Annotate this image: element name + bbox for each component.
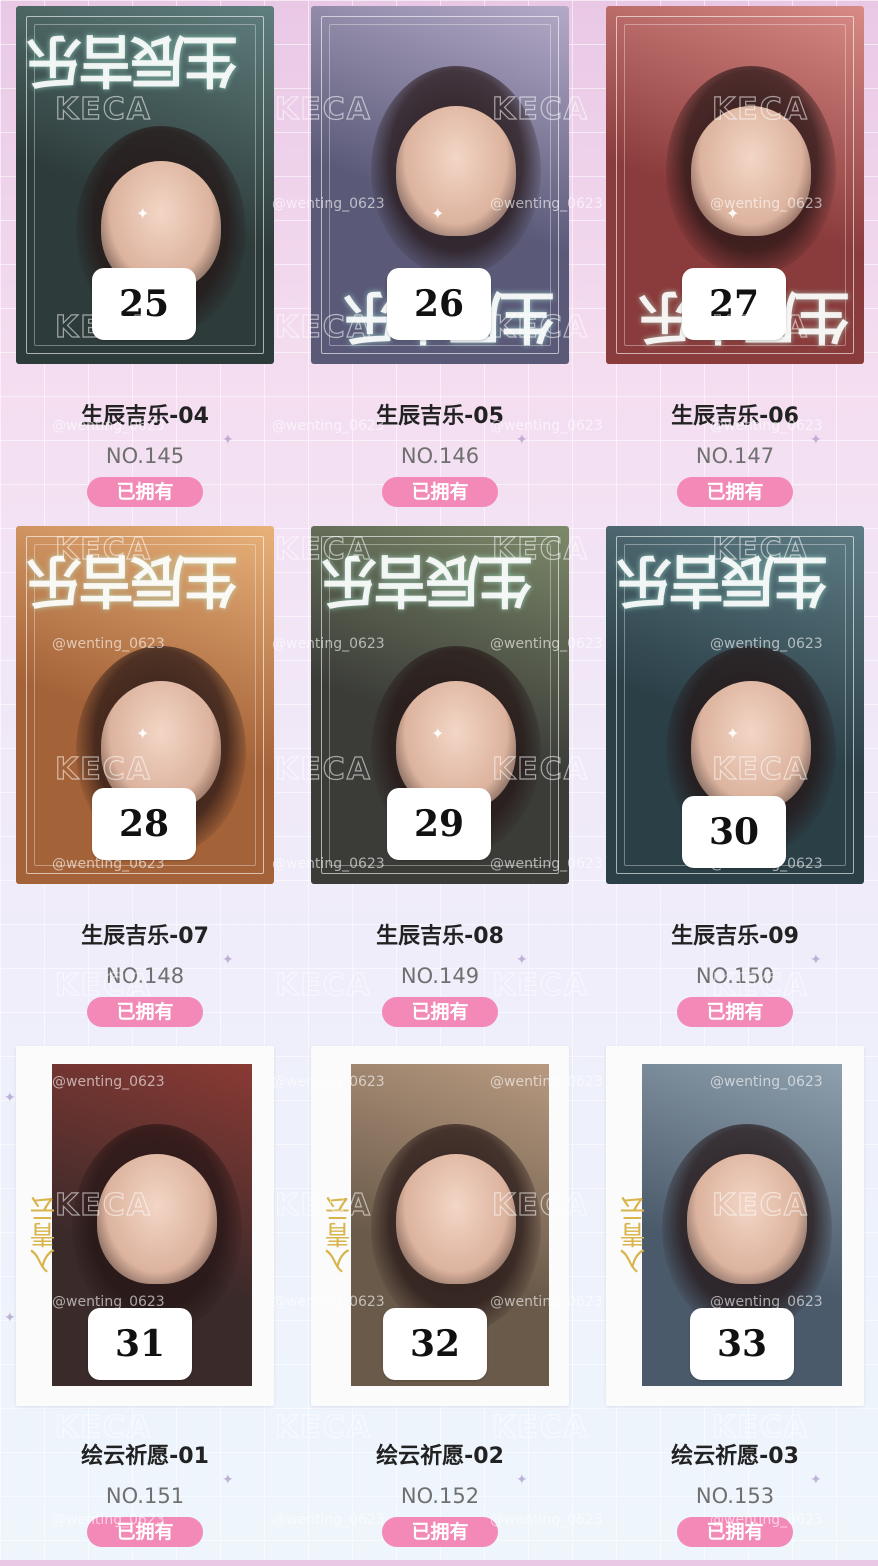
card-serial: NO.146 — [400, 444, 480, 468]
card-serial: NO.151 — [105, 1484, 185, 1508]
photo-card[interactable]: 入青云 32 绘云祈愿-02 NO.152 已拥有 — [311, 1046, 569, 1566]
photo-card[interactable]: 生辰吉乐✦26生辰吉乐-05NO.146已拥有 — [311, 6, 569, 526]
owned-badge[interactable]: 已拥有 — [87, 997, 203, 1027]
card-name: 生辰吉乐-04 — [81, 404, 209, 429]
sparkle-icon: ✦ — [516, 952, 528, 968]
card-number: 32 — [383, 1308, 487, 1380]
owned-badge[interactable]: 已拥有 — [382, 997, 498, 1027]
title-calligraphy: 生辰吉乐 — [30, 27, 238, 93]
card-serial: NO.150 — [695, 964, 775, 988]
owned-badge[interactable]: 已拥有 — [382, 477, 498, 507]
photo-card[interactable]: 生辰吉乐 ✦ 29 生辰吉乐-08 NO.149 已拥有 — [311, 526, 569, 1046]
card-serial: NO.145 — [105, 444, 185, 468]
card-photo[interactable]: 生辰吉乐✦26 — [311, 6, 569, 364]
figure-face — [97, 1154, 217, 1284]
figure-face — [687, 1154, 807, 1284]
figure-face — [691, 106, 811, 236]
card-number: 26 — [387, 268, 491, 340]
sparkle-icon: ✦ — [726, 204, 740, 223]
figure-face — [396, 1154, 516, 1284]
sparkle-icon: ✦ — [516, 1472, 528, 1488]
photo-card[interactable]: 入青云 31 绘云祈愿-01 NO.151 已拥有 — [16, 1046, 274, 1566]
card-name: 绘云祈愿-02 — [376, 1444, 504, 1469]
card-photo[interactable]: 生辰吉乐✦27 — [606, 6, 864, 364]
title-calligraphy: 生辰吉乐 — [620, 547, 828, 613]
sparkle-icon: ✦ — [136, 724, 150, 743]
card-number: 33 — [690, 1308, 794, 1380]
title-calligraphy: 入青云 — [30, 1196, 60, 1274]
figure-face — [396, 106, 516, 236]
sparkle-icon: ✦ — [222, 1472, 234, 1488]
card-serial: NO.152 — [400, 1484, 480, 1508]
photo-card[interactable]: 生辰吉乐 ✦ 28 生辰吉乐-07 NO.148 已拥有 — [16, 526, 274, 1046]
card-number: 25 — [92, 268, 196, 340]
owned-badge[interactable]: 已拥有 — [87, 1517, 203, 1547]
card-photo[interactable]: 生辰吉乐 ✦ 29 — [311, 526, 569, 884]
sparkle-icon: ✦ — [4, 1090, 16, 1106]
sparkle-icon: ✦ — [431, 204, 445, 223]
photo-card[interactable]: 入青云 33 绘云祈愿-03 NO.153 已拥有 — [606, 1046, 864, 1566]
figure-face — [691, 681, 811, 811]
card-name: 生辰吉乐-05 — [376, 404, 504, 429]
sparkle-icon: ✦ — [222, 952, 234, 968]
photo-card[interactable]: 生辰吉乐 ✦ 25 生辰吉乐-04 NO.145 已拥有 — [16, 6, 274, 526]
card-photo-polaroid[interactable]: 入青云 33 — [606, 1046, 864, 1406]
sparkle-icon: ✦ — [136, 204, 150, 223]
title-calligraphy: 生辰吉乐 — [30, 547, 238, 613]
card-number: 27 — [682, 268, 786, 340]
title-calligraphy: 入青云 — [620, 1196, 650, 1274]
sparkle-icon: ✦ — [222, 432, 234, 448]
title-calligraphy: 入青云 — [325, 1196, 355, 1274]
card-photo[interactable]: 生辰吉乐 ✦ 30 — [606, 526, 864, 884]
owned-badge[interactable]: 已拥有 — [87, 477, 203, 507]
sparkle-icon: ✦ — [516, 432, 528, 448]
card-name: 绘云祈愿-03 — [671, 1444, 799, 1469]
card-name: 生辰吉乐-06 — [671, 404, 799, 429]
photo-card[interactable]: 生辰吉乐 ✦ 30 生辰吉乐-09 NO.150 已拥有 — [606, 526, 864, 1046]
owned-badge[interactable]: 已拥有 — [677, 997, 793, 1027]
card-number: 31 — [88, 1308, 192, 1380]
owned-badge[interactable]: 已拥有 — [677, 477, 793, 507]
sparkle-icon: ✦ — [810, 952, 822, 968]
card-serial: NO.148 — [105, 964, 185, 988]
card-photo-polaroid[interactable]: 入青云 31 — [16, 1046, 274, 1406]
card-number: 29 — [387, 788, 491, 860]
photo-card[interactable]: 生辰吉乐✦27生辰吉乐-06NO.147已拥有 — [606, 6, 864, 526]
card-name: 绘云祈愿-01 — [81, 1444, 209, 1469]
sparkle-icon: ✦ — [726, 724, 740, 743]
card-name: 生辰吉乐-07 — [81, 924, 209, 949]
sparkle-icon: ✦ — [4, 1310, 16, 1326]
owned-badge[interactable]: 已拥有 — [677, 1517, 793, 1547]
owned-badge[interactable]: 已拥有 — [382, 1517, 498, 1547]
card-serial: NO.147 — [695, 444, 775, 468]
card-photo-polaroid[interactable]: 入青云 32 — [311, 1046, 569, 1406]
card-serial: NO.149 — [400, 964, 480, 988]
card-number: 30 — [682, 796, 786, 868]
sparkle-icon: ✦ — [810, 432, 822, 448]
card-photo[interactable]: 生辰吉乐 ✦ 25 — [16, 6, 274, 364]
sparkle-icon: ✦ — [431, 724, 445, 743]
card-photo[interactable]: 生辰吉乐 ✦ 28 — [16, 526, 274, 884]
title-calligraphy: 生辰吉乐 — [325, 547, 533, 613]
card-name: 生辰吉乐-08 — [376, 924, 504, 949]
card-serial: NO.153 — [695, 1484, 775, 1508]
card-number: 28 — [92, 788, 196, 860]
sparkle-icon: ✦ — [810, 1472, 822, 1488]
card-name: 生辰吉乐-09 — [671, 924, 799, 949]
